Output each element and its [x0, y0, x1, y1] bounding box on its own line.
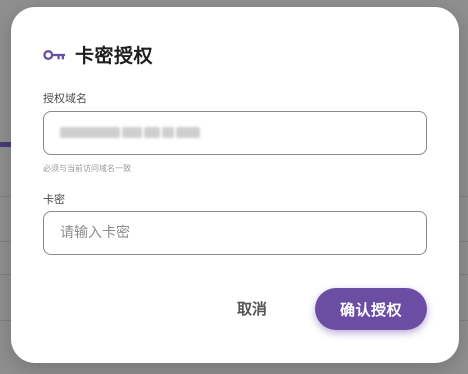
- cancel-button[interactable]: 取消: [237, 298, 267, 319]
- domain-helper-text: 必须与当前访问域名一致: [43, 164, 131, 173]
- dialog-title: 卡密授权: [75, 45, 154, 67]
- domain-field[interactable]: [43, 111, 427, 155]
- card-key-field[interactable]: [43, 211, 427, 255]
- domain-value-redacted: [60, 127, 200, 138]
- card-key-input[interactable]: [44, 212, 426, 254]
- card-label: 卡密: [43, 193, 65, 206]
- card-auth-dialog: 卡密授权 授权域名 必须与当前访问域名一致 卡密 取消 确认授权: [11, 7, 459, 363]
- domain-label: 授权域名: [43, 92, 87, 105]
- key-icon: [43, 49, 66, 60]
- confirm-auth-button[interactable]: 确认授权: [315, 288, 427, 330]
- dialog-header: 卡密授权: [43, 41, 153, 68]
